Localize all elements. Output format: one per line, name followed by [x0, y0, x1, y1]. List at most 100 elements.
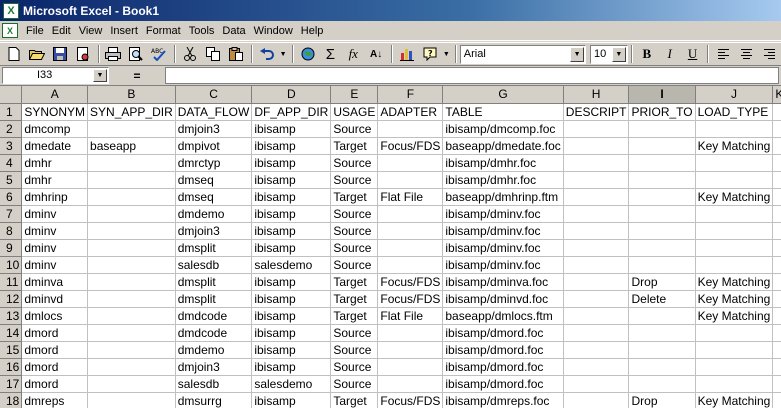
cell-j5[interactable] [695, 171, 774, 189]
cell-h18[interactable] [563, 392, 630, 408]
cell-a2[interactable]: dmcomp [21, 120, 89, 138]
cell-j4[interactable] [695, 154, 774, 172]
cell-j16[interactable] [695, 358, 774, 376]
cell-i4[interactable] [628, 154, 696, 172]
open-button[interactable] [26, 44, 48, 65]
bold-button[interactable]: B [636, 44, 658, 65]
help-dropdown-button[interactable]: ▼ [442, 44, 451, 65]
row-header[interactable]: 10 [0, 256, 23, 274]
cell-c5[interactable]: dmseq [175, 171, 253, 189]
cell-k11[interactable] [772, 273, 781, 291]
row-header[interactable]: 14 [0, 324, 23, 342]
cell-i13[interactable] [628, 307, 696, 325]
cell-i1[interactable]: PRIOR_TO [628, 103, 696, 121]
cell-c18[interactable]: dmsurrg [175, 392, 253, 408]
cell-f9[interactable] [377, 239, 444, 257]
cell-a12[interactable]: dminvd [21, 290, 89, 308]
cell-h14[interactable] [563, 324, 630, 342]
cell-h3[interactable] [563, 137, 630, 155]
cell-k4[interactable] [772, 154, 781, 172]
cell-c14[interactable]: dmdcode [175, 324, 253, 342]
cell-j10[interactable] [695, 256, 774, 274]
cell-c12[interactable]: dmsplit [175, 290, 253, 308]
italic-button[interactable]: I [659, 44, 681, 65]
print-preview-button[interactable] [125, 44, 147, 65]
cell-j14[interactable] [695, 324, 774, 342]
cell-g17[interactable]: ibisamp/dmord.foc [442, 375, 564, 393]
cell-g12[interactable]: ibisamp/dminvd.foc [442, 290, 564, 308]
cell-d8[interactable]: ibisamp [251, 222, 332, 240]
row-header[interactable]: 15 [0, 341, 23, 359]
cell-k6[interactable] [772, 188, 781, 206]
cell-d3[interactable]: ibisamp [251, 137, 332, 155]
cell-a18[interactable]: dmreps [21, 392, 89, 408]
insert-function-button[interactable]: fx [342, 44, 364, 65]
cell-c17[interactable]: salesdb [175, 375, 253, 393]
menu-help[interactable]: Help [297, 22, 328, 40]
cell-i12[interactable]: Delete [628, 290, 696, 308]
row-header[interactable]: 5 [0, 171, 23, 189]
cell-c6[interactable]: dmseq [175, 188, 253, 206]
cell-i8[interactable] [628, 222, 696, 240]
cell-k5[interactable] [772, 171, 781, 189]
cell-c4[interactable]: dmrctyp [175, 154, 253, 172]
cell-g9[interactable]: ibisamp/dminv.foc [442, 239, 564, 257]
cell-b15[interactable] [87, 341, 176, 359]
cell-d17[interactable]: salesdemo [251, 375, 332, 393]
cell-b12[interactable] [87, 290, 176, 308]
cell-a15[interactable]: dmord [21, 341, 89, 359]
menu-window[interactable]: Window [250, 22, 297, 40]
hyperlink-button[interactable] [297, 44, 319, 65]
cell-g2[interactable]: ibisamp/dmcomp.foc [442, 120, 564, 138]
cell-d15[interactable]: ibisamp [251, 341, 332, 359]
chevron-down-icon[interactable]: ▼ [611, 46, 626, 62]
cell-i3[interactable] [628, 137, 696, 155]
cell-c13[interactable]: dmdcode [175, 307, 253, 325]
cell-b8[interactable] [87, 222, 176, 240]
cell-h17[interactable] [563, 375, 630, 393]
cell-f7[interactable] [377, 205, 444, 223]
cell-b13[interactable] [87, 307, 176, 325]
help-button[interactable]: ? [419, 44, 441, 65]
chart-wizard-button[interactable] [396, 44, 418, 65]
cell-j8[interactable] [695, 222, 774, 240]
align-left-button[interactable] [712, 44, 734, 65]
cell-c10[interactable]: salesdb [175, 256, 253, 274]
cell-g10[interactable]: ibisamp/dminv.foc [442, 256, 564, 274]
menu-format[interactable]: Format [142, 22, 185, 40]
cell-d16[interactable]: ibisamp [251, 358, 332, 376]
cell-g8[interactable]: ibisamp/dminv.foc [442, 222, 564, 240]
cell-h5[interactable] [563, 171, 630, 189]
autosum-button[interactable]: Σ [319, 44, 341, 65]
cell-k16[interactable] [772, 358, 781, 376]
cell-i6[interactable] [628, 188, 696, 206]
cell-e16[interactable]: Source [330, 358, 379, 376]
row-header[interactable]: 6 [0, 188, 23, 206]
row-header[interactable]: 9 [0, 239, 23, 257]
cell-i16[interactable] [628, 358, 696, 376]
cell-b16[interactable] [87, 358, 176, 376]
cell-g13[interactable]: baseapp/dmlocs.ftm [442, 307, 564, 325]
cell-e5[interactable]: Source [330, 171, 379, 189]
chevron-down-icon[interactable]: ▼ [570, 46, 585, 62]
cell-f3[interactable]: Focus/FDS [377, 137, 444, 155]
row-header[interactable]: 11 [0, 273, 23, 291]
cell-d2[interactable]: ibisamp [251, 120, 332, 138]
cell-b10[interactable] [87, 256, 176, 274]
row-header[interactable]: 1 [0, 103, 23, 121]
cell-h4[interactable] [563, 154, 630, 172]
cell-f6[interactable]: Flat File [377, 188, 444, 206]
cell-h13[interactable] [563, 307, 630, 325]
column-header-b[interactable]: B [87, 86, 176, 104]
cell-f10[interactable] [377, 256, 444, 274]
cell-e17[interactable]: Source [330, 375, 379, 393]
paste-button[interactable] [225, 44, 247, 65]
cell-f5[interactable] [377, 171, 444, 189]
cell-h11[interactable] [563, 273, 630, 291]
menu-data[interactable]: Data [218, 22, 249, 40]
cell-f8[interactable] [377, 222, 444, 240]
cell-d4[interactable]: ibisamp [251, 154, 332, 172]
cell-d5[interactable]: ibisamp [251, 171, 332, 189]
column-header-h[interactable]: H [563, 86, 630, 104]
underline-button[interactable]: U [682, 44, 704, 65]
